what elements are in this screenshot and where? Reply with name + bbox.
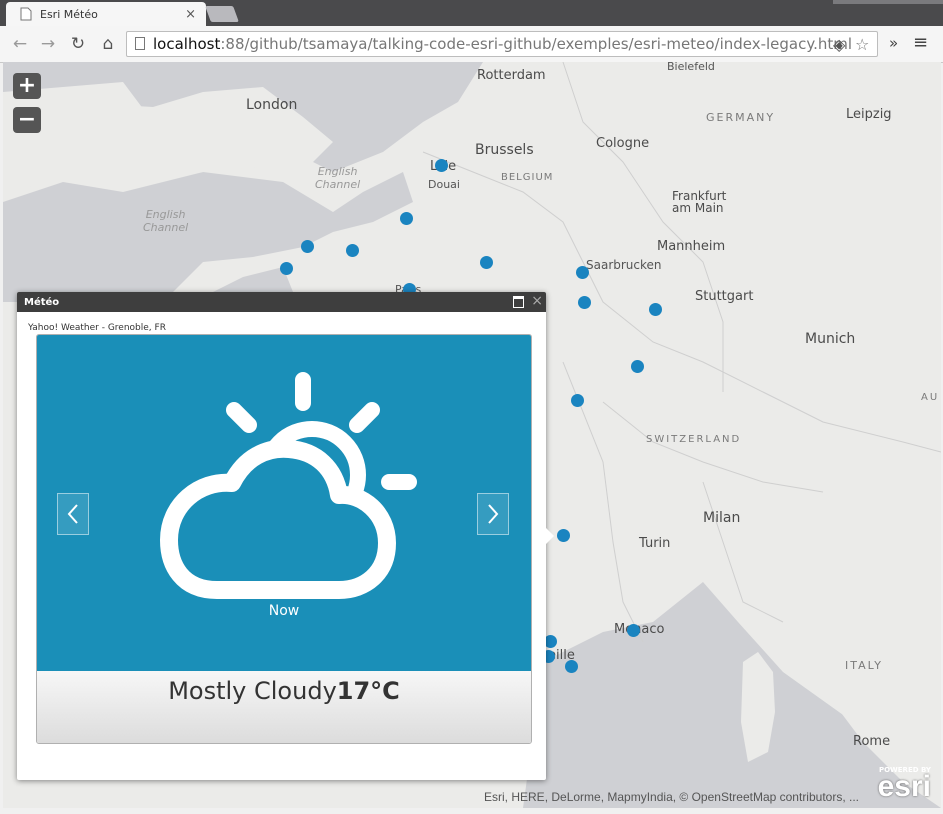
browser-tab[interactable]: Esri Météo × <box>6 2 206 26</box>
popup-title: Météo <box>24 297 60 308</box>
zoom-in-button[interactable]: + <box>13 73 41 99</box>
now-label: Now <box>268 603 300 619</box>
browser-titlebar: Esri Météo × <box>0 0 943 26</box>
page-icon <box>20 7 32 21</box>
map-label: Milan <box>703 510 741 526</box>
weather-footer: Mostly Cloudy17°C <box>37 671 531 743</box>
station-marker[interactable] <box>280 262 293 275</box>
station-marker[interactable] <box>400 212 413 225</box>
map-label: Saarbrucken <box>586 258 662 272</box>
chevron-left-icon <box>67 504 78 524</box>
window-controls[interactable] <box>833 0 943 4</box>
map-label: Bielefeld <box>667 62 715 73</box>
map-label: BELGIUM <box>501 172 554 183</box>
map-attribution: Esri, HERE, DeLorme, MapmyIndia, © OpenS… <box>484 790 859 804</box>
station-marker[interactable] <box>571 394 584 407</box>
station-marker[interactable] <box>627 624 640 637</box>
weather-source: Yahoo! Weather - Grenoble, FR <box>28 323 166 333</box>
url-text[interactable]: localhost:88/github/tsamaya/talking-code… <box>153 35 852 53</box>
temperature-text: 17°C <box>336 677 400 705</box>
overflow-icon[interactable]: » <box>889 34 898 52</box>
map-label: English Channel <box>143 208 189 234</box>
map-label: Douai <box>428 178 460 191</box>
esri-logo[interactable]: POWERED BY esri <box>869 766 931 802</box>
map-label: Stuttgart <box>695 289 754 304</box>
tab-close-icon[interactable]: × <box>185 7 196 22</box>
next-arrow-button[interactable] <box>477 493 509 535</box>
logo-wordmark: esri <box>877 770 931 803</box>
map-label: Leipzig <box>846 107 892 122</box>
station-marker[interactable] <box>649 303 662 316</box>
station-marker[interactable] <box>557 529 570 542</box>
map-label: ITALY <box>845 659 884 672</box>
station-marker[interactable] <box>480 256 493 269</box>
map-label: Turin <box>639 536 671 551</box>
condition-text: Mostly Cloudy <box>168 677 337 705</box>
condition-line: Mostly Cloudy17°C <box>37 677 531 705</box>
back-icon[interactable]: ← <box>10 34 30 54</box>
station-marker[interactable] <box>346 244 359 257</box>
extension-icon[interactable]: ◈ <box>833 35 845 54</box>
reload-icon[interactable]: ↻ <box>68 34 88 54</box>
new-tab-button[interactable] <box>205 6 239 22</box>
page-info-icon[interactable] <box>135 37 145 50</box>
weather-widget: Now Mostly Cloudy17°C <box>36 334 532 744</box>
weather-popup: Météo × Yahoo! Weather - Grenoble, FR No… <box>17 292 554 780</box>
browser-toolbar: ← → ↻ ⌂ localhost:88/github/tsamaya/talk… <box>0 26 943 63</box>
map-label: Mannheim <box>657 239 726 254</box>
maximize-icon[interactable] <box>513 296 524 308</box>
station-marker[interactable] <box>301 240 314 253</box>
map-label: Frankfurt am Main <box>672 189 727 215</box>
prev-arrow-button[interactable] <box>57 493 89 535</box>
map-label: Rotterdam <box>477 68 546 83</box>
map-label: London <box>246 97 298 113</box>
address-bar[interactable]: localhost:88/github/tsamaya/talking-code… <box>126 31 878 57</box>
map-label: English Channel <box>315 165 361 191</box>
map-label: GERMANY <box>706 111 776 124</box>
map-label: AU <box>921 392 940 403</box>
station-marker[interactable] <box>435 159 448 172</box>
close-icon[interactable]: × <box>531 293 543 309</box>
bookmark-star-icon[interactable]: ☆ <box>855 35 869 54</box>
map-label: Rome <box>853 734 891 749</box>
zoom-out-button[interactable]: − <box>13 107 41 133</box>
map-label: Munich <box>805 331 856 347</box>
map-label: Brussels <box>475 142 534 158</box>
popup-pointer <box>546 528 554 544</box>
station-marker[interactable] <box>565 660 578 673</box>
station-marker[interactable] <box>631 360 644 373</box>
weather-panel: Now <box>37 335 531 671</box>
map-label: SWITZERLAND <box>646 434 742 445</box>
menu-icon[interactable]: ≡ <box>913 32 928 53</box>
home-icon[interactable]: ⌂ <box>98 34 118 54</box>
tab-title: Esri Météo <box>40 8 98 21</box>
chevron-right-icon <box>488 504 499 524</box>
station-marker[interactable] <box>576 266 589 279</box>
map-label: Cologne <box>596 136 650 151</box>
popup-titlebar: Météo × <box>17 292 546 312</box>
cloud-sun-icon <box>160 372 417 599</box>
station-marker[interactable] <box>578 296 591 309</box>
forward-icon[interactable]: → <box>38 34 58 54</box>
